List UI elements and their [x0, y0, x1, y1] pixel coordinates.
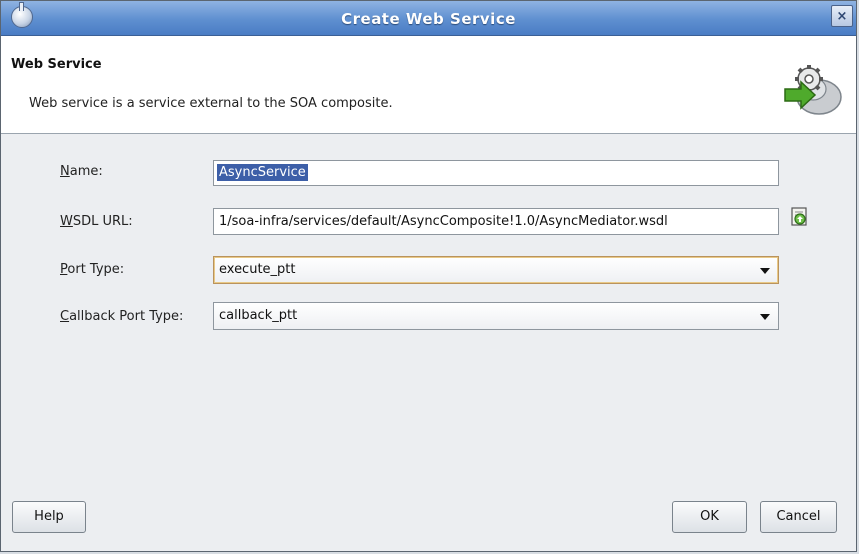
- port-type-label: Port Type:: [60, 262, 125, 277]
- title-bar[interactable]: Create Web Service ×: [1, 1, 856, 36]
- close-button[interactable]: ×: [831, 5, 853, 27]
- port-type-value: execute_ptt: [219, 262, 296, 277]
- cancel-button[interactable]: Cancel: [760, 501, 837, 533]
- window-title: Create Web Service: [341, 10, 516, 28]
- ok-button[interactable]: OK: [672, 501, 747, 533]
- name-input[interactable]: AsyncService: [213, 160, 779, 186]
- wsdl-url-label: WSDL URL:: [60, 214, 133, 229]
- web-service-gear-icon: [784, 65, 842, 115]
- name-label: Name:: [60, 164, 103, 179]
- dialog-header: Web Service Web service is a service ext…: [1, 36, 856, 134]
- wsdl-url-input[interactable]: 1/soa-infra/services/default/AsyncCompos…: [213, 208, 779, 235]
- chevron-down-icon[interactable]: [760, 314, 770, 320]
- help-button[interactable]: Help: [12, 501, 86, 533]
- callback-port-type-value: callback_ptt: [219, 308, 298, 323]
- callback-port-type-select[interactable]: callback_ptt: [213, 302, 779, 330]
- callback-port-type-label: Callback Port Type:: [60, 309, 184, 324]
- header-description: Web service is a service external to the…: [29, 96, 393, 111]
- web-service-form: Name: AsyncService WSDL URL: 1/soa-infra…: [1, 134, 856, 464]
- header-title: Web Service: [11, 57, 102, 72]
- name-input-value: AsyncService: [217, 164, 308, 181]
- port-type-select[interactable]: execute_ptt: [213, 256, 779, 284]
- create-web-service-dialog: Create Web Service × Web Service Web ser…: [0, 0, 857, 552]
- find-wsdl-icon[interactable]: [789, 206, 811, 228]
- dialog-footer: Help OK Cancel: [1, 464, 856, 552]
- chevron-down-icon[interactable]: [760, 268, 770, 274]
